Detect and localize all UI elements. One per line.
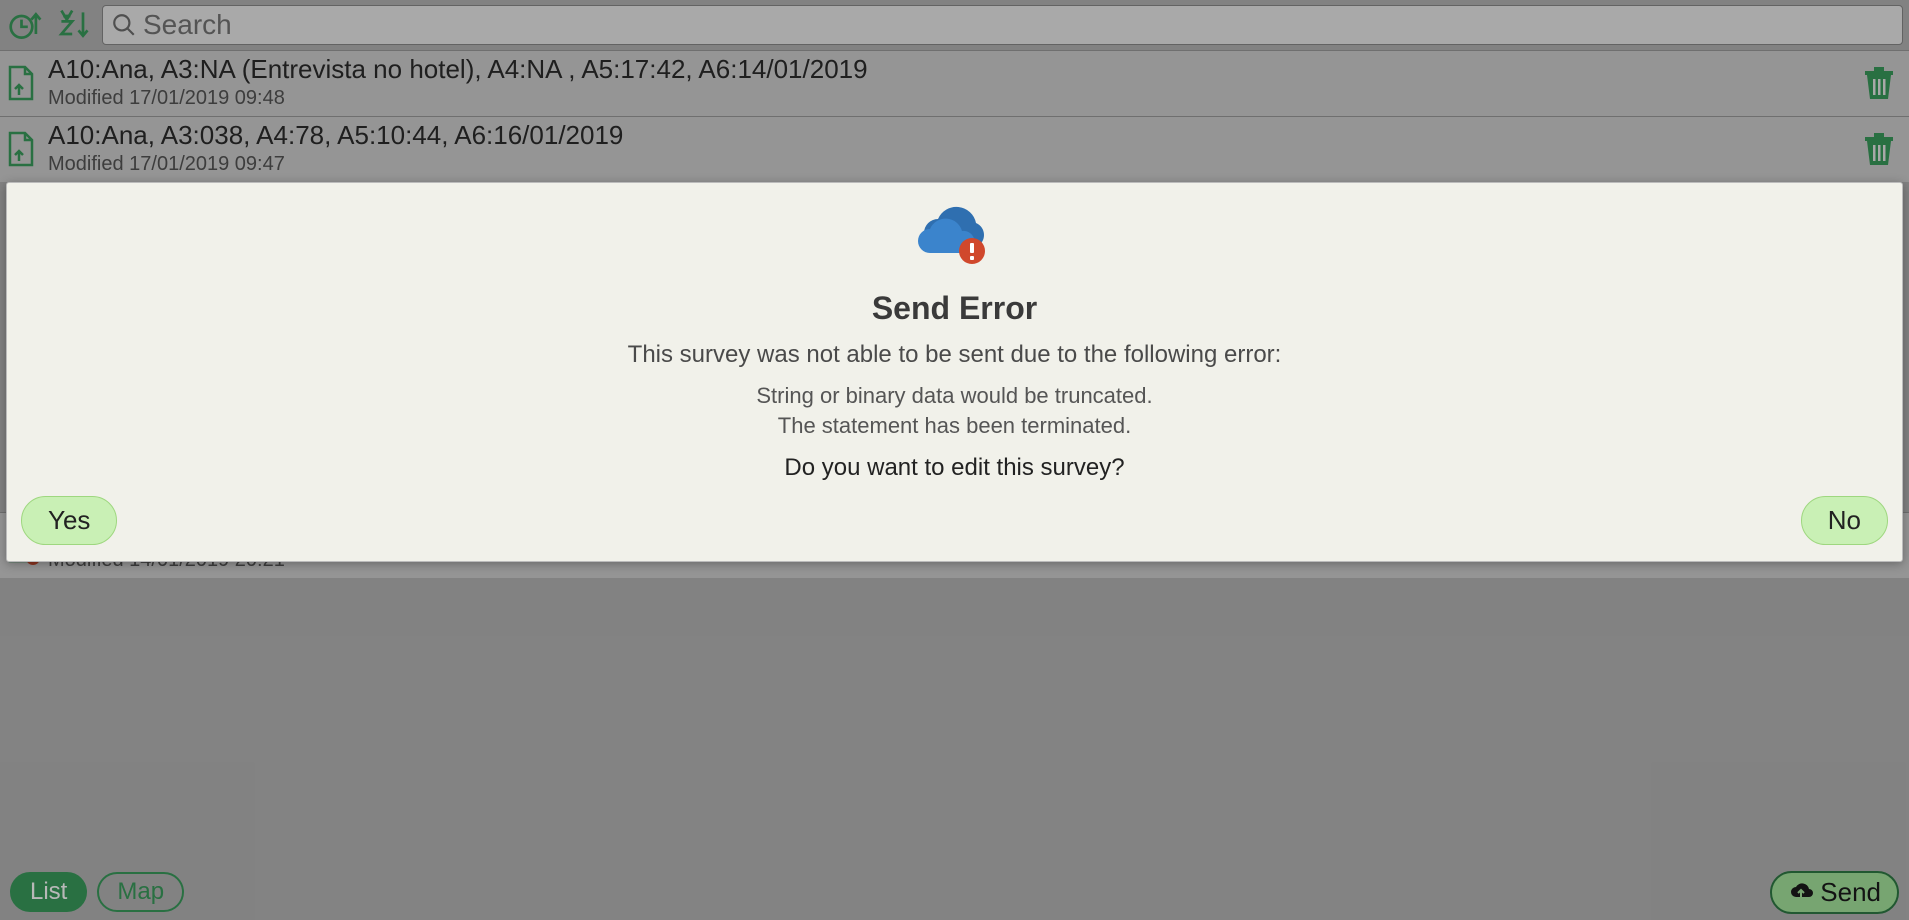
dialog-detail-line: String or binary data would be truncated… <box>756 383 1152 408</box>
app-root: A10:Ana, A3:NA (Entrevista no hotel), A4… <box>0 0 1909 920</box>
dialog-detail-line: The statement has been terminated. <box>778 413 1131 438</box>
search-input[interactable] <box>137 9 1894 41</box>
dialog-message: This survey was not able to be sent due … <box>628 341 1282 369</box>
list-item[interactable]: A10:Ana, A3:038, A4:78, A5:10:44, A6:16/… <box>0 116 1909 182</box>
view-list-button[interactable]: List <box>10 872 87 912</box>
yes-button[interactable]: Yes <box>21 496 117 545</box>
list-item-body: A10:Ana, A3:038, A4:78, A5:10:44, A6:16/… <box>48 121 1847 176</box>
dialog-question: Do you want to edit this survey? <box>784 454 1124 482</box>
view-list-label: List <box>30 878 67 906</box>
dialog-detail: String or binary data would be truncated… <box>756 381 1152 440</box>
sort-time-icon[interactable] <box>6 5 46 45</box>
dialog-title: Send Error <box>872 290 1037 327</box>
send-error-dialog: Send Error This survey was not able to b… <box>6 182 1903 562</box>
bottom-bar: List Map Send <box>0 864 1909 920</box>
list-item-title: A10:Ana, A3:038, A4:78, A5:10:44, A6:16/… <box>48 121 1847 151</box>
cloud-error-icon <box>910 203 1000 272</box>
dialog-actions: Yes No <box>21 496 1888 545</box>
search-field-wrap <box>102 5 1903 45</box>
list-item-body: A10:Ana, A3:NA (Entrevista no hotel), A4… <box>48 55 1847 110</box>
list-item-title: A10:Ana, A3:NA (Entrevista no hotel), A4… <box>48 55 1847 85</box>
list-item-modified: Modified 17/01/2019 09:48 <box>48 87 1847 110</box>
document-upload-icon <box>4 125 38 173</box>
toolbar <box>0 0 1909 50</box>
search-icon <box>111 12 137 38</box>
delete-button[interactable] <box>1857 61 1901 105</box>
view-map-button[interactable]: Map <box>97 872 184 912</box>
cloud-upload-icon <box>1788 879 1814 905</box>
send-button[interactable]: Send <box>1770 871 1899 914</box>
document-upload-icon <box>4 59 38 107</box>
list-item[interactable]: A10:Ana, A3:NA (Entrevista no hotel), A4… <box>0 50 1909 116</box>
sort-alpha-icon[interactable] <box>54 5 94 45</box>
send-label: Send <box>1820 877 1881 908</box>
delete-button[interactable] <box>1857 127 1901 171</box>
view-map-label: Map <box>117 878 164 906</box>
list-item-modified: Modified 17/01/2019 09:47 <box>48 153 1847 176</box>
no-button[interactable]: No <box>1801 496 1888 545</box>
